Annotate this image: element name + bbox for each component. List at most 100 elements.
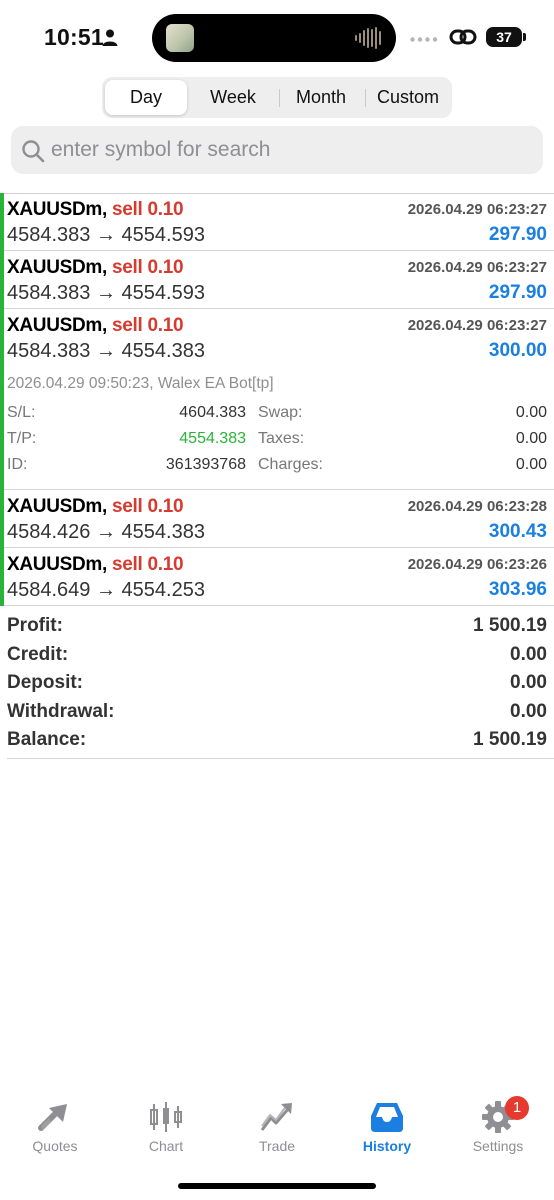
taxes-value: 0.00 <box>515 430 547 447</box>
taxes-label: Taxes: <box>258 430 305 447</box>
tp-label: T/P: <box>7 430 37 447</box>
dynamic-island <box>152 14 396 62</box>
swap-value: 0.00 <box>515 404 547 421</box>
tab-month[interactable]: Month <box>279 80 363 115</box>
deal-symbol: XAUUSDm, <box>7 199 108 220</box>
tp-value: 4554.383 <box>179 430 246 447</box>
total-label: Profit: <box>7 615 63 636</box>
notification-badge: 1 <box>505 1096 529 1120</box>
deal-time: 2026.04.29 06:23:28 <box>407 498 547 515</box>
deal-symbol: XAUUSDm, <box>7 554 108 575</box>
deal-type: sell 0.10 <box>112 315 184 336</box>
home-indicator <box>178 1183 376 1189</box>
deal-time: 2026.04.29 06:23:27 <box>407 259 547 276</box>
deal-symbol: XAUUSDm, <box>7 496 108 517</box>
deal-profit: 297.90 <box>488 224 547 245</box>
signal-dots-icon <box>410 37 438 42</box>
total-value: 1 500.19 <box>473 729 547 750</box>
id-value: 361393768 <box>165 456 246 473</box>
search-icon <box>22 140 45 163</box>
tab-settings[interactable]: 1 Settings <box>443 1088 553 1158</box>
trade-icon <box>260 1103 292 1131</box>
deal-row[interactable]: XAUUSDm, sell 0.10 2026.04.29 06:23:26 4… <box>0 548 554 606</box>
total-value: 0.00 <box>510 672 547 693</box>
battery-icon: 37 <box>486 27 522 47</box>
deal-details: 2026.04.29 09:50:23, Walex EA Bot[tp] S/… <box>0 366 554 490</box>
deal-profit: 303.96 <box>488 579 547 600</box>
deal-symbol-line: XAUUSDm, sell 0.10 <box>7 257 184 279</box>
tab-label: Quotes <box>32 1138 78 1154</box>
quotes-icon <box>38 1104 67 1131</box>
link-icon <box>449 29 477 45</box>
tab-custom[interactable]: Custom <box>365 80 451 115</box>
sl-value: 4604.383 <box>179 404 246 421</box>
tab-chart[interactable]: Chart <box>111 1088 221 1158</box>
deal-prices: 4584.426 → 4554.383 <box>7 521 205 543</box>
tab-day[interactable]: Day <box>105 80 187 115</box>
deal-symbol-line: XAUUSDm, sell 0.10 <box>7 554 184 576</box>
search-input[interactable] <box>51 126 531 174</box>
deal-symbol-line: XAUUSDm, sell 0.10 <box>7 199 184 221</box>
tab-label: History <box>362 1138 412 1154</box>
tab-history[interactable]: History <box>332 1088 442 1158</box>
deal-profit: 300.00 <box>488 340 547 361</box>
deal-row[interactable]: XAUUSDm, sell 0.10 2026.04.29 06:23:28 4… <box>0 490 554 548</box>
deal-prices: 4584.649 → 4554.253 <box>7 579 205 601</box>
tab-label: Chart <box>148 1138 184 1154</box>
deal-type: sell 0.10 <box>112 496 184 517</box>
total-row-deposit: Deposit: 0.00 <box>0 670 554 699</box>
deal-row[interactable]: XAUUSDm, sell 0.10 2026.04.29 06:23:27 4… <box>0 193 554 251</box>
charges-label: Charges: <box>258 456 323 473</box>
deal-type: sell 0.10 <box>112 257 184 278</box>
deal-symbol-line: XAUUSDm, sell 0.10 <box>7 496 184 518</box>
now-playing-artwork <box>166 24 194 52</box>
total-label: Balance: <box>7 729 87 750</box>
inbox-icon <box>371 1103 403 1132</box>
battery-tip <box>523 33 526 41</box>
totals-divider <box>7 758 554 759</box>
sl-label: S/L: <box>7 404 36 421</box>
person-icon <box>102 29 118 46</box>
deal-prices: 4584.383 → 4554.593 <box>7 224 205 246</box>
audio-waveform-icon <box>355 27 381 49</box>
totals-summary: Profit: 1 500.19 Credit: 0.00 Deposit: 0.00… <box>0 613 554 756</box>
deal-row[interactable]: XAUUSDm, sell 0.10 2026.04.29 06:23:27 4… <box>0 251 554 309</box>
candlestick-icon <box>150 1102 182 1132</box>
history-list: XAUUSDm, sell 0.10 2026.04.29 06:23:27 4… <box>0 193 554 606</box>
total-row-withdrawal: Withdrawal: 0.00 <box>0 699 554 728</box>
tab-trade[interactable]: Trade <box>222 1088 332 1158</box>
tab-quotes[interactable]: Quotes <box>0 1088 110 1158</box>
total-label: Withdrawal: <box>7 700 115 722</box>
total-label: Deposit: <box>7 672 83 693</box>
deal-type: sell 0.10 <box>112 199 184 220</box>
status-bar: 10:51 37 <box>0 0 554 72</box>
deal-profit: 297.90 <box>488 282 547 303</box>
total-label: Credit: <box>7 643 69 665</box>
total-row-profit: Profit: 1 500.19 <box>0 613 554 642</box>
total-row-balance: Balance: 1 500.19 <box>0 727 554 756</box>
deal-type: sell 0.10 <box>112 554 184 575</box>
deal-time: 2026.04.29 06:23:26 <box>407 556 547 573</box>
deal-prices: 4584.383 → 4554.383 <box>7 340 205 362</box>
deal-time: 2026.04.29 06:23:27 <box>407 317 547 334</box>
total-row-credit: Credit: 0.00 <box>0 642 554 671</box>
total-value: 0.00 <box>510 700 547 722</box>
tab-week[interactable]: Week <box>190 80 276 115</box>
swap-label: Swap: <box>258 404 303 421</box>
deal-row-expanded[interactable]: XAUUSDm, sell 0.10 2026.04.29 06:23:27 4… <box>0 309 554 367</box>
deal-prices: 4584.383 → 4554.593 <box>7 282 205 304</box>
total-value: 0.00 <box>510 643 547 665</box>
id-label: ID: <box>7 456 28 473</box>
battery-level: 37 <box>496 29 512 45</box>
deal-profit: 300.43 <box>488 521 547 542</box>
period-segmented-control: Day Week Month Custom <box>102 77 452 118</box>
deal-symbol-line: XAUUSDm, sell 0.10 <box>7 315 184 337</box>
status-time: 10:51 <box>44 24 104 50</box>
tab-label: Trade <box>258 1138 296 1154</box>
search-bar <box>11 126 543 174</box>
deal-symbol: XAUUSDm, <box>7 257 108 278</box>
deal-symbol: XAUUSDm, <box>7 315 108 336</box>
charges-value: 0.00 <box>515 456 547 473</box>
tab-label: Settings <box>472 1138 524 1154</box>
total-value: 1 500.19 <box>473 615 547 636</box>
